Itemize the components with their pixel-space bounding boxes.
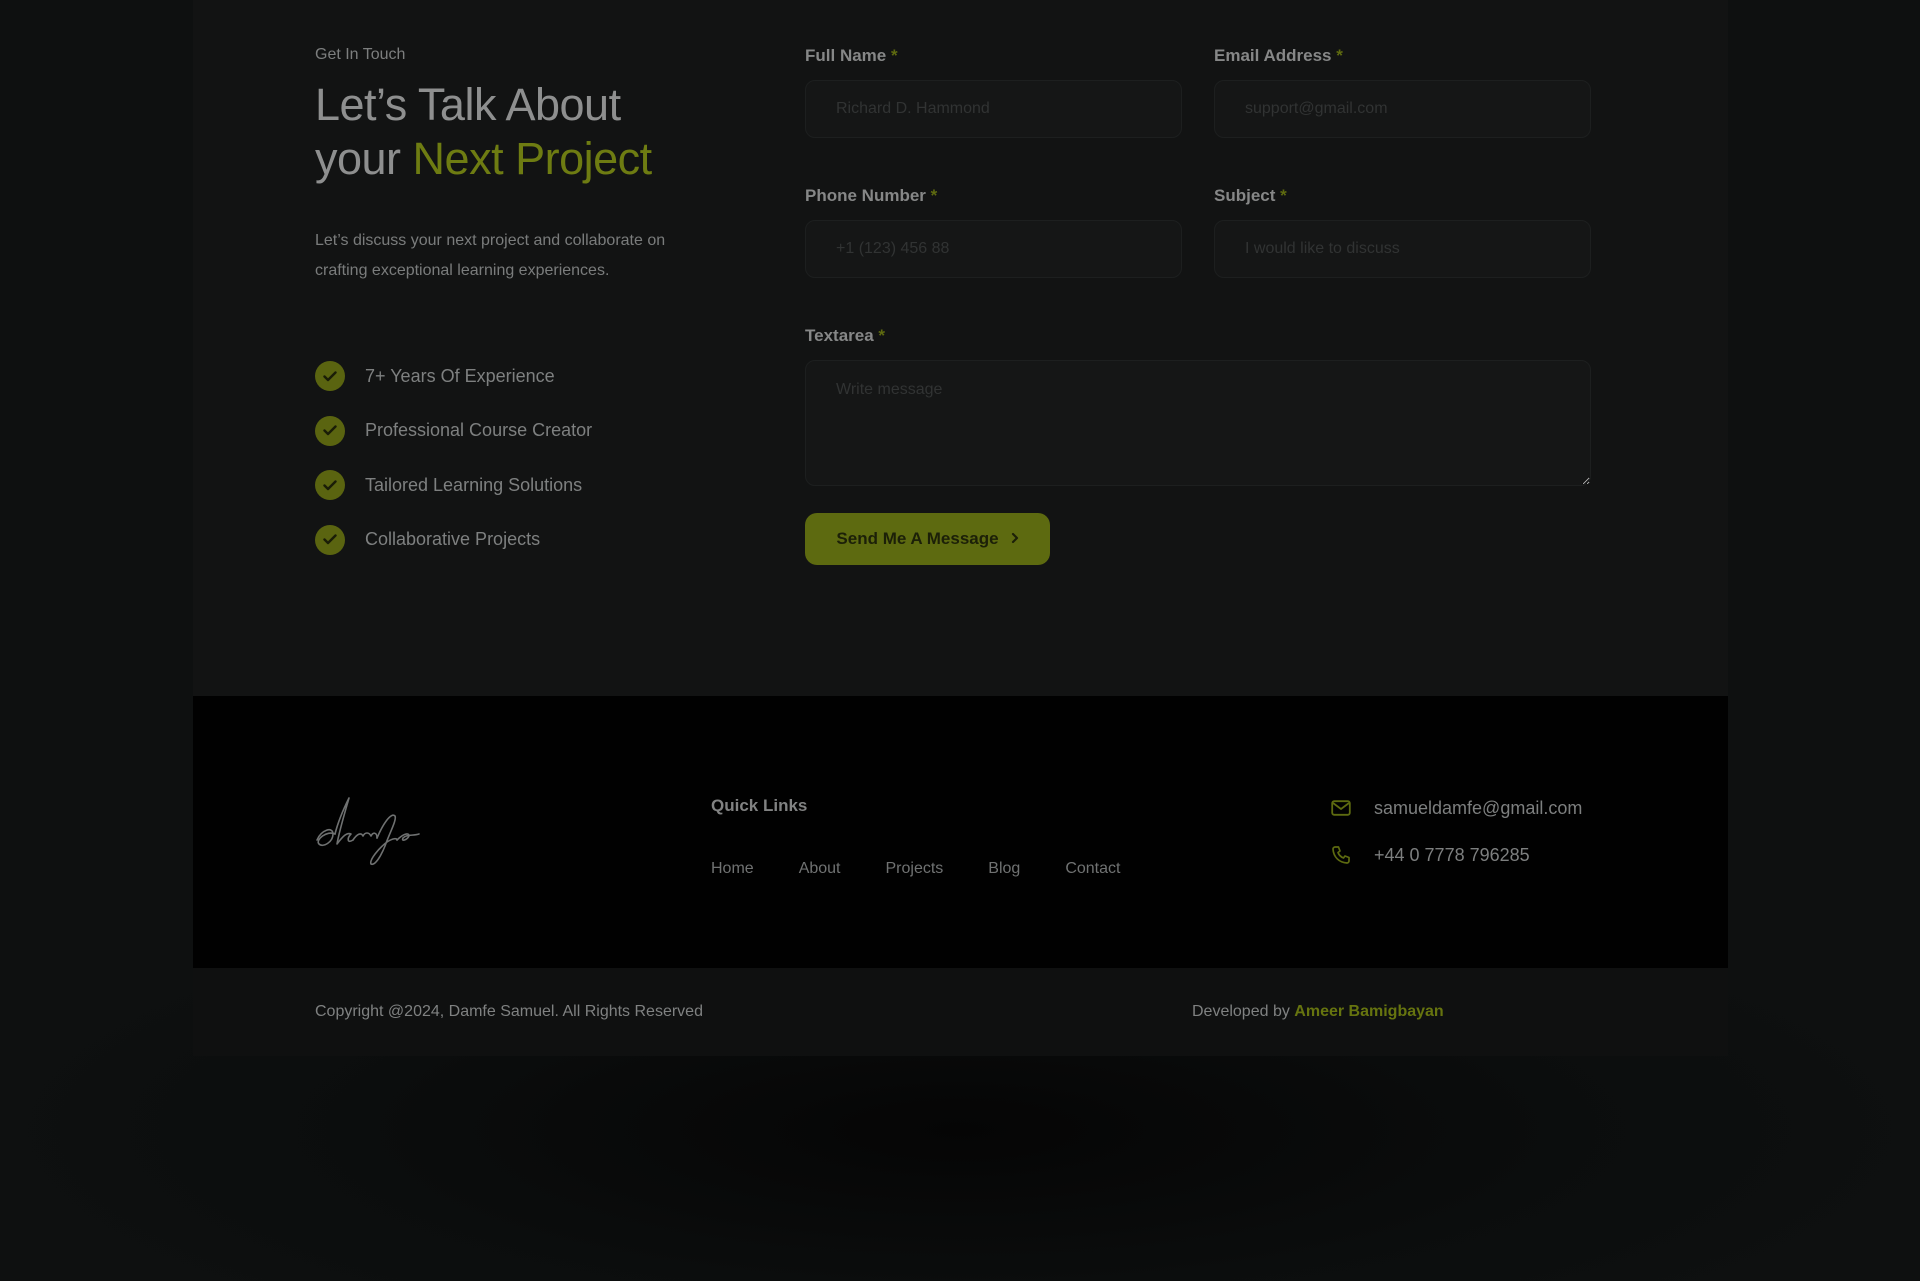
full-name-label-text: Full Name	[805, 46, 887, 65]
email-field-group: Email Address *	[1214, 46, 1591, 138]
phone-field-group: Phone Number *	[805, 186, 1182, 278]
subject-field-group: Subject *	[1214, 186, 1591, 278]
footer-email-link[interactable]: samueldamfe@gmail.com	[1374, 798, 1582, 819]
check-circle-icon	[315, 470, 345, 500]
full-name-field-group: Full Name *	[805, 46, 1182, 138]
feature-item: Tailored Learning Solutions	[315, 470, 592, 500]
phone-icon	[1330, 845, 1352, 865]
feature-item: Collaborative Projects	[315, 524, 592, 555]
message-label-text: Textarea	[805, 326, 874, 345]
headline-line-2-plain: your	[315, 133, 413, 184]
mail-icon	[1330, 800, 1352, 816]
message-label: Textarea *	[805, 326, 1591, 348]
feature-label: Collaborative Projects	[365, 529, 541, 549]
full-name-label: Full Name *	[805, 46, 1182, 68]
subject-input[interactable]	[1214, 220, 1591, 278]
section-lead: Let’s discuss your next project and coll…	[315, 232, 666, 279]
quick-links-list: Home About Projects Blog Contact	[711, 860, 1165, 878]
section-headline: Let’s Talk About your Next Project	[315, 78, 755, 186]
feature-label: Professional Course Creator	[365, 420, 593, 440]
developer-link[interactable]: Ameer Bamigbayan	[1294, 1003, 1443, 1020]
page: Get In Touch Let’s Talk About your Next …	[0, 0, 1920, 1281]
required-mark: *	[1336, 46, 1343, 65]
full-name-input[interactable]	[805, 80, 1182, 138]
contact-section: Get In Touch Let’s Talk About your Next …	[193, 0, 1728, 696]
feature-label: 7+ Years Of Experience	[365, 365, 555, 386]
quick-links-title: Quick Links	[711, 796, 808, 815]
message-field-group: Textarea *	[805, 326, 1591, 486]
email-label-text: Email Address	[1214, 46, 1332, 65]
signature-logo[interactable]	[313, 794, 421, 873]
check-circle-icon	[315, 524, 345, 555]
copyright-bar: Copyright @2024, Damfe Samuel. All Right…	[193, 968, 1728, 1056]
required-mark: *	[1280, 186, 1287, 205]
feature-label: Tailored Learning Solutions	[365, 474, 583, 495]
phone-label-text: Phone Number	[805, 186, 926, 205]
footer-link-projects[interactable]: Projects	[886, 860, 944, 877]
email-input[interactable]	[1214, 80, 1591, 138]
check-circle-icon	[315, 415, 345, 446]
footer-phone-row: +44 0 7778 796285	[1330, 844, 1582, 866]
quick-link-item: Contact	[1065, 860, 1165, 878]
headline-line-1: Let’s Talk About	[315, 79, 621, 130]
footer-contacts: samueldamfe@gmail.com +44 0 7778 796285	[1330, 797, 1582, 891]
required-mark: *	[878, 326, 886, 345]
copyright-text: Copyright @2024, Damfe Samuel. All Right…	[315, 1003, 703, 1020]
quick-links: Quick Links Home About Projects Blog Con…	[711, 796, 1165, 894]
email-label: Email Address *	[1214, 46, 1591, 68]
developed-by-prefix: Developed by	[1192, 1003, 1295, 1020]
footer-phone-link[interactable]: +44 0 7778 796285	[1374, 845, 1530, 866]
footer-link-home[interactable]: Home	[711, 860, 754, 877]
quick-link-item: Home	[711, 860, 799, 878]
subject-label-text: Subject	[1214, 186, 1276, 205]
quick-link-item: About	[799, 860, 886, 878]
check-circle-icon	[315, 361, 345, 391]
feature-list: 7+ Years Of Experience Professional Cour…	[315, 361, 592, 579]
footer-email-row: samueldamfe@gmail.com	[1330, 797, 1582, 819]
required-mark: *	[890, 46, 898, 65]
quick-link-item: Projects	[886, 860, 989, 878]
phone-label: Phone Number *	[805, 186, 1182, 208]
content-frame: Get In Touch Let’s Talk About your Next …	[193, 0, 1728, 1056]
send-message-button[interactable]: Send Me A Message	[805, 513, 1050, 565]
subject-label: Subject *	[1214, 186, 1591, 208]
phone-input[interactable]	[805, 220, 1182, 278]
quick-link-item: Blog	[988, 860, 1065, 878]
message-textarea[interactable]	[805, 360, 1591, 486]
footer-link-contact[interactable]: Contact	[1065, 860, 1120, 877]
site-footer: Quick Links Home About Projects Blog Con…	[193, 696, 1728, 968]
headline-line-2-accent: Next Project	[412, 133, 653, 184]
footer-link-about[interactable]: About	[799, 860, 841, 877]
chevron-right-icon	[1011, 529, 1019, 549]
developer-credit: Developed by Ameer Bamigbayan	[1192, 1003, 1444, 1021]
section-eyebrow: Get In Touch	[315, 46, 406, 63]
footer-link-blog[interactable]: Blog	[988, 860, 1020, 877]
required-mark: *	[930, 186, 938, 205]
feature-item: 7+ Years Of Experience	[315, 361, 592, 391]
send-message-label: Send Me A Message	[836, 529, 999, 548]
contact-intro: Get In Touch Let’s Talk About your Next …	[315, 46, 755, 286]
feature-item: Professional Course Creator	[315, 415, 593, 446]
